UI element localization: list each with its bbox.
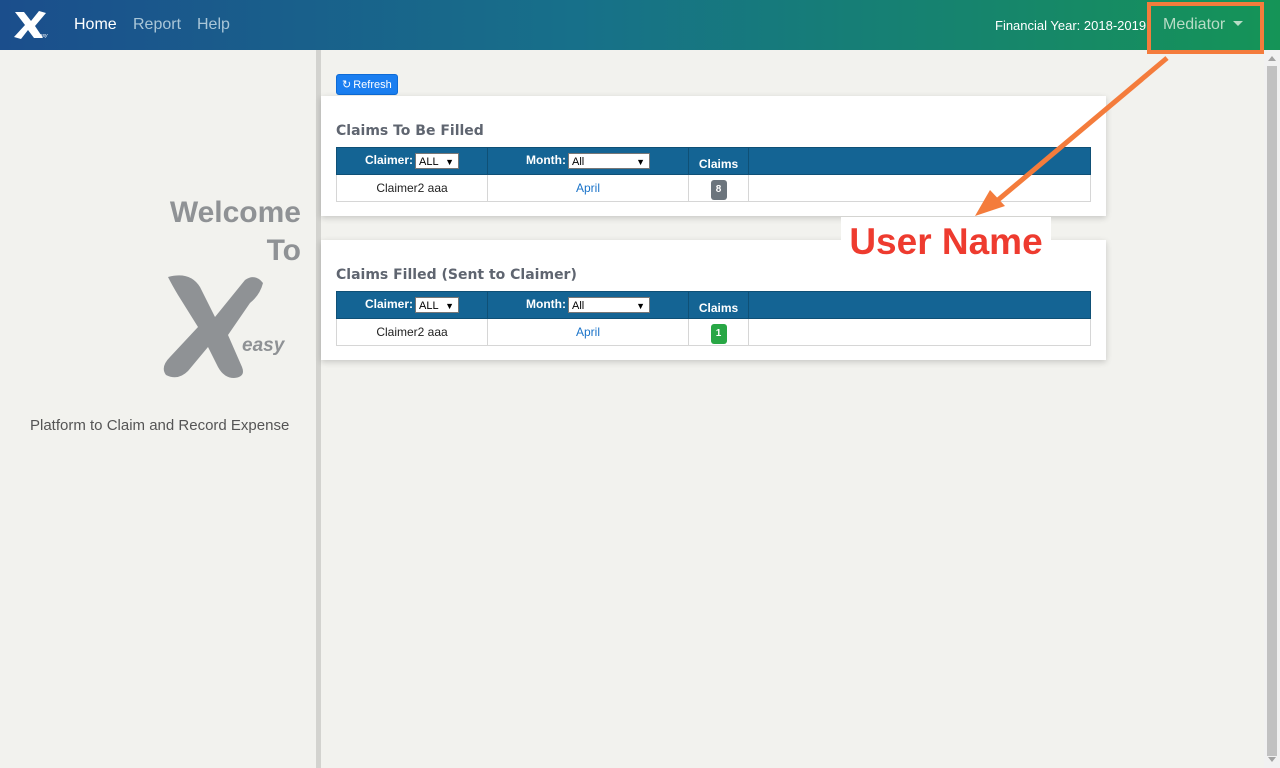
month-filter-value: All [571, 156, 585, 168]
month-link[interactable]: April [576, 325, 600, 339]
claimer-header: Claimer: ALL ▼ [336, 147, 488, 175]
month-header-label: Month: [526, 153, 566, 168]
table-header-row: Claimer: ALL ▼ Month: All ▼ Claims [336, 291, 1091, 319]
month-cell: April [487, 174, 689, 202]
dropdown-arrow-icon: ▼ [636, 157, 645, 167]
claimer-header-label: Claimer: [364, 153, 414, 168]
claimer-filter-value: ALL [419, 300, 439, 312]
refresh-icon: ↻ [342, 79, 352, 91]
month-cell: April [487, 318, 689, 346]
month-header-label: Month: [526, 297, 566, 312]
card-title: Claims To Be Filled [336, 123, 484, 139]
welcome-heading: Welcome [169, 196, 301, 229]
top-navbar: easy Home Report Help Financial Year: 20… [0, 0, 1280, 50]
month-filter-value: All [571, 300, 585, 312]
claimer-header: Claimer: ALL ▼ [336, 291, 488, 319]
month-link[interactable]: April [576, 181, 600, 195]
refresh-label: Refresh [353, 79, 392, 91]
dropdown-arrow-icon: ▼ [636, 301, 645, 311]
claimer-header-label: Claimer: [364, 297, 414, 312]
claims-to-be-filled-card: Claims To Be Filled Claimer: ALL ▼ Month: A… [321, 96, 1106, 216]
month-header: Month: All ▼ [487, 291, 689, 319]
scroll-thumb[interactable] [1267, 66, 1277, 756]
user-highlight-box [1147, 2, 1264, 54]
dropdown-arrow-icon: ▼ [445, 157, 455, 167]
empty-cell [748, 174, 1091, 202]
nav-home-link[interactable]: Home [74, 16, 117, 34]
claims-header: Claims [688, 147, 749, 175]
claims-filled-table: Claimer: ALL ▼ Month: All ▼ Claims Claimer2 … [336, 291, 1091, 346]
welcome-to-heading: To [266, 234, 301, 267]
claims-to-be-filled-table: Claimer: ALL ▼ Month: All ▼ Claims Claimer2 … [336, 147, 1091, 202]
financial-year-label: Financial Year: 2018-2019 [995, 18, 1147, 33]
claims-count-badge[interactable]: 8 [710, 179, 727, 200]
xeasy-logo-icon[interactable]: easy [12, 10, 50, 40]
scroll-up-icon[interactable] [1268, 56, 1276, 61]
table-row: Claimer2 aaa April 1 [336, 318, 1091, 346]
nav-report-link[interactable]: Report [133, 16, 181, 34]
empty-header [748, 291, 1091, 319]
dropdown-arrow-icon: ▼ [445, 301, 455, 311]
tagline: Platform to Claim and Record Expense [30, 417, 290, 434]
claims-cell: 1 [688, 318, 749, 346]
welcome-panel: Welcome To easy Platform to Claim and Re… [0, 50, 316, 768]
claimer-filter-select[interactable]: ALL ▼ [415, 153, 460, 169]
claims-cell: 8 [688, 174, 749, 202]
claimer-cell: Claimer2 aaa [336, 174, 488, 202]
annotation-label: User Name [841, 217, 1051, 265]
svg-text:easy: easy [37, 33, 48, 39]
empty-cell [748, 318, 1091, 346]
nav-help-link[interactable]: Help [197, 16, 230, 34]
claimer-filter-select[interactable]: ALL ▼ [415, 297, 460, 313]
claimer-cell: Claimer2 aaa [336, 318, 488, 346]
table-row: Claimer2 aaa April 8 [336, 174, 1091, 202]
month-filter-select[interactable]: All ▼ [567, 297, 650, 313]
empty-header [748, 147, 1091, 175]
month-filter-select[interactable]: All ▼ [567, 153, 650, 169]
vertical-scrollbar[interactable] [1264, 50, 1280, 768]
refresh-button[interactable]: ↻ Refresh [336, 74, 398, 95]
month-header: Month: All ▼ [487, 147, 689, 175]
table-header-row: Claimer: ALL ▼ Month: All ▼ Claims [336, 147, 1091, 175]
scroll-down-icon[interactable] [1268, 757, 1276, 762]
xeasy-logo: easy [163, 275, 286, 378]
claims-count-badge[interactable]: 1 [710, 323, 727, 344]
card-title: Claims Filled (Sent to Claimer) [336, 267, 577, 283]
claimer-filter-value: ALL [419, 156, 439, 168]
claims-header: Claims [688, 291, 749, 319]
logo-text: easy [242, 335, 286, 356]
